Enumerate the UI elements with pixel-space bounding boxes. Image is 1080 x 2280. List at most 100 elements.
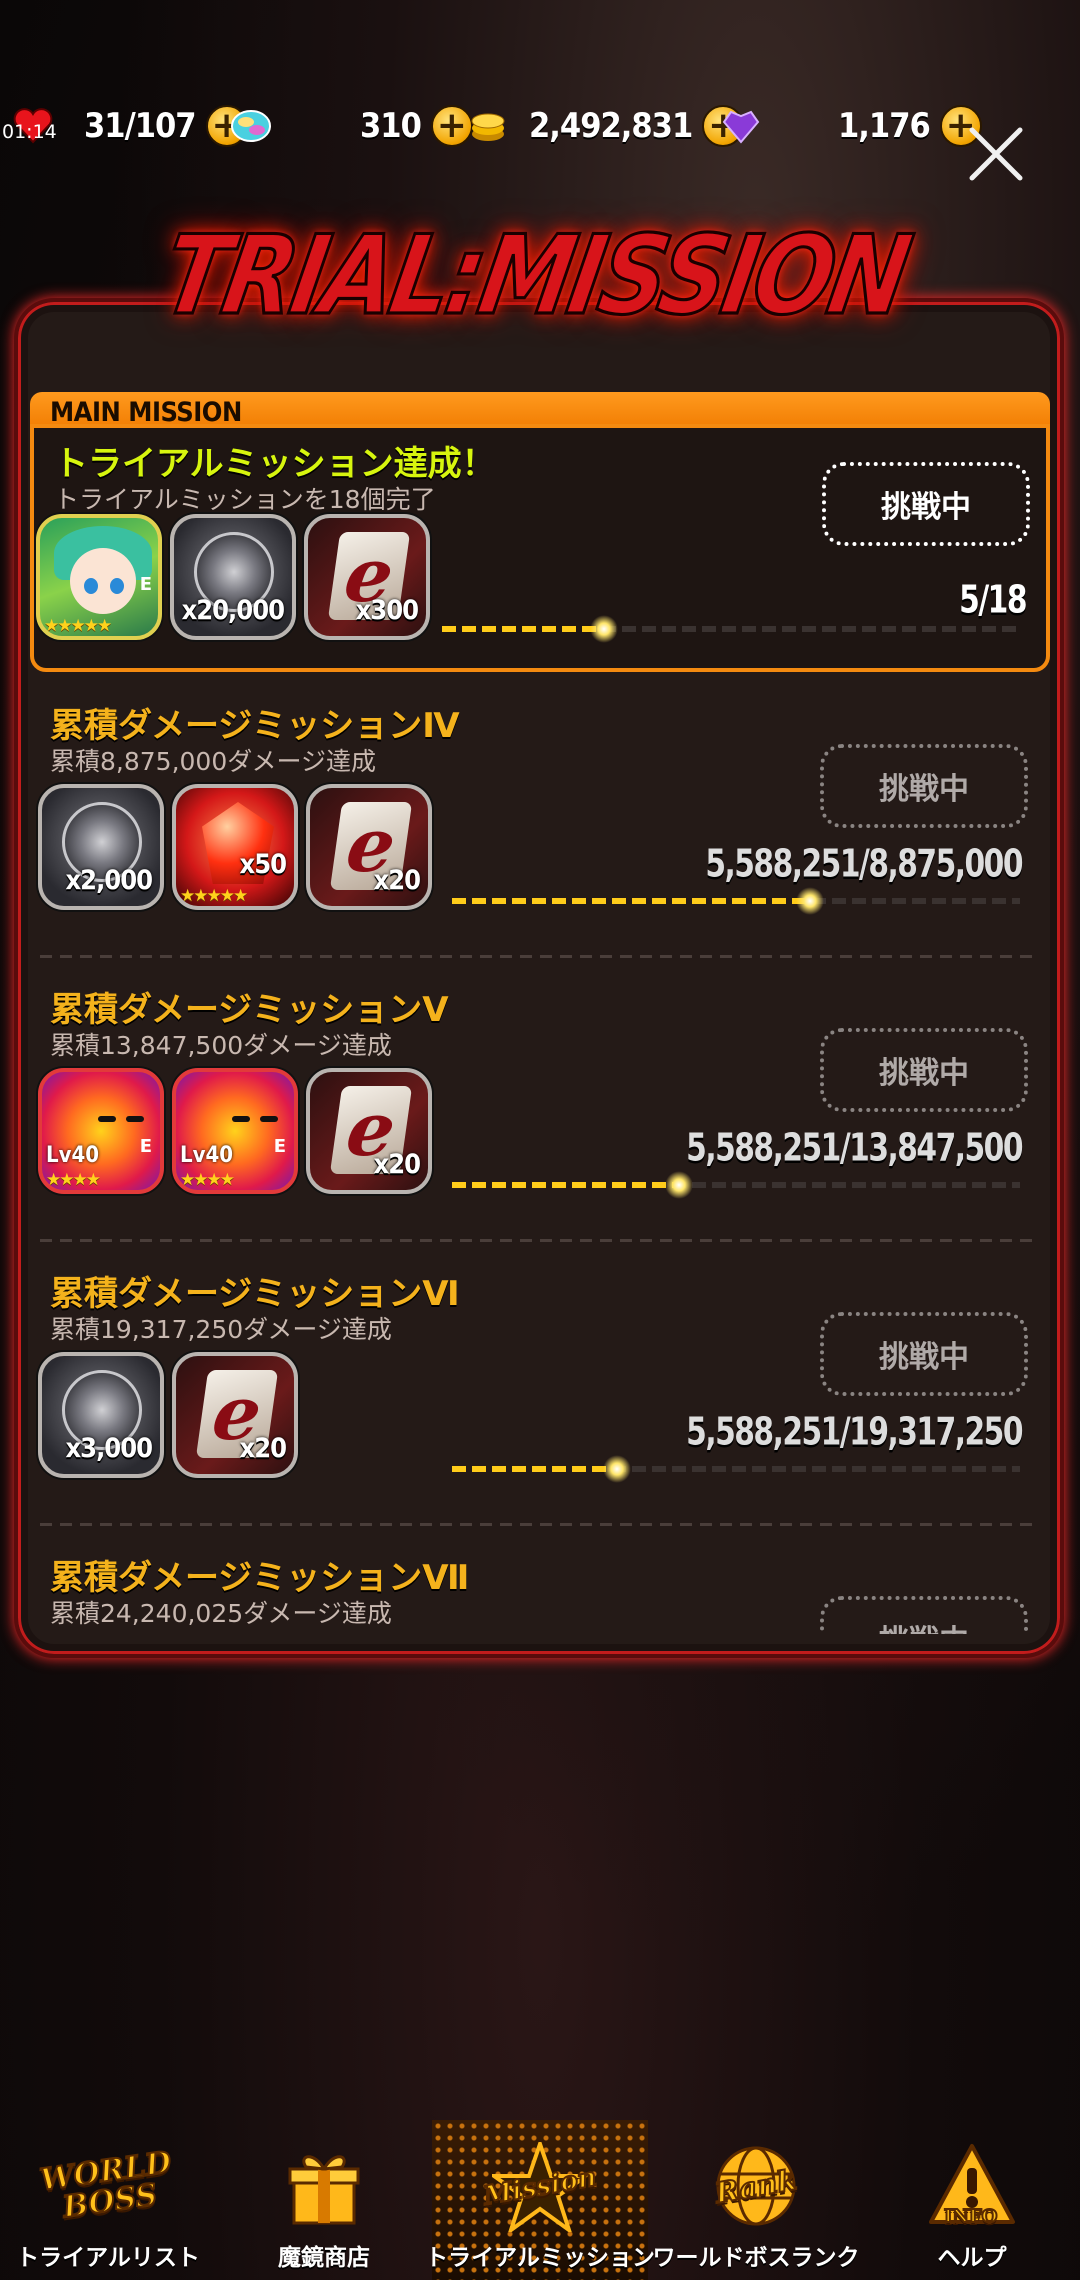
element-badge: E [139,574,152,595]
divider [40,955,1040,958]
progress-text: 5/18 [959,577,1027,622]
reward-ticket[interactable]: e x20 [172,1352,298,1478]
rarity-stars: ★★★★★ [180,886,248,906]
progress-fill [452,1182,680,1188]
gift-icon [274,2142,374,2232]
progress-fill [452,1466,617,1472]
progress-bar [442,615,1022,643]
main-mission-description: トライアルミッションを18個完了 [54,485,436,514]
world-boss-logo: WORLD BOSS [37,2144,174,2226]
challenge-status-button[interactable]: 挑戦中 [820,1312,1028,1396]
progress-bar [452,1455,1020,1483]
mission-rewards: x3,000 e x20 [38,1352,298,1478]
hearts-resource: 1,176 + [718,100,982,152]
progress-spark [795,887,824,915]
main-mission-rewards: E ★★★★★ x20,000 e x300 [36,514,430,640]
slime-eye [232,1116,250,1122]
slime-eye [126,1116,144,1122]
mission-description: 累積19,317,250ダメージ達成 [50,1315,392,1344]
progress-text: 5,588,251/19,317,250 [686,1409,1023,1454]
title-banner: TRIAL:MISSION [152,195,917,355]
challenge-status-button[interactable]: 挑戦中 [820,1596,1028,1634]
close-button[interactable] [966,124,1026,184]
status-clock: 01:14 [2,121,57,143]
progress-spark [665,1171,694,1199]
mission-description: 累積8,875,000ダメージ達成 [50,747,376,776]
character-face [70,548,136,614]
gold-coin-icon [465,103,511,149]
reward-character[interactable]: E ★★★★★ [36,514,162,640]
gems-value: 310 [360,106,422,146]
progress-bar [452,1171,1020,1199]
hearts-value: 1,176 [838,106,931,146]
nav-label: 魔鏡商店 [278,2245,370,2271]
trial-mission-screen: 31/107 + 310 + 2,492,831 + 1,176 + 01:14 [0,0,1080,2280]
rarity-stars: ★★★★ [180,1170,235,1190]
rarity-stars: ★★★★ [46,1170,101,1190]
progress-text: 5,588,251/13,847,500 [686,1125,1023,1170]
element-badge: E [139,1136,152,1157]
progress-fill [442,626,605,632]
reward-ticket[interactable]: e x300 [304,514,430,640]
mission-item: 累積ダメージミッションⅦ 累積24,240,025ダメージ達成 挑戦中 [30,1550,1050,1634]
slime-eye [98,1116,116,1122]
slime-eye [260,1116,278,1122]
main-mission-title: トライアルミッション達成！ [54,444,496,484]
stamina-value: 31/107 [84,106,197,146]
mission-rewards: x2,000 x50 ★★★★★ e x20 [38,784,432,910]
nav-shop[interactable]: 魔鏡商店 [216,2120,432,2280]
element-badge: E [273,1136,286,1157]
reward-red-gem[interactable]: x50 ★★★★★ [172,784,298,910]
mission-title: 累積ダメージミッションⅤ [50,990,449,1030]
reward-coin[interactable]: x3,000 [38,1352,164,1478]
reward-coin[interactable]: x20,000 [170,514,296,640]
progress-bar [452,887,1020,915]
gems-resource: 310 + [228,100,473,152]
monster-level: Lv40 [46,1143,100,1168]
reward-qty: x3,000 [65,1433,153,1464]
mission-list[interactable]: MAIN MISSION トライアルミッション達成！ トライアルミッションを18… [30,380,1050,1634]
reward-slime-monster[interactable]: E Lv40 ★★★★ [172,1068,298,1194]
progress-spark [602,1455,631,1483]
page-title: TRIAL:MISSION [152,209,917,340]
reward-slime-monster[interactable]: E Lv40 ★★★★ [38,1068,164,1194]
info-icon: INFO [922,2142,1022,2232]
challenge-status-button[interactable]: 挑戦中 [820,1028,1028,1112]
mission-item: 累積ダメージミッションⅣ 累積8,875,000ダメージ達成 x2,000 x5… [30,698,1050,948]
rainbow-gem-icon [228,103,274,149]
resource-bar: 31/107 + 310 + 2,492,831 + 1,176 + [0,100,1080,152]
nav-trial-list[interactable]: WORLD BOSS トライアルリスト [0,2120,216,2280]
gold-resource: 2,492,831 + [465,100,745,152]
mission-title: 累積ダメージミッションⅦ [50,1558,470,1598]
reward-ticket[interactable]: e x20 [306,1068,432,1194]
bottom-nav: WORLD BOSS トライアルリスト 魔鏡商店 Mission トライアルミッ… [0,2120,1080,2280]
mission-title: 累積ダメージミッションⅥ [50,1274,460,1314]
mission-description: 累積13,847,500ダメージ達成 [50,1031,392,1060]
character-eye [110,578,124,594]
mission-item: 累積ダメージミッションⅤ 累積13,847,500ダメージ達成 E Lv40 ★… [30,982,1050,1232]
reward-ticket[interactable]: e x20 [306,784,432,910]
progress-text: 5,588,251/8,875,000 [705,841,1023,886]
gold-value: 2,492,831 [529,106,693,146]
info-logo: INFO [943,2206,998,2227]
purple-heart-gem-icon [718,103,764,149]
nav-label: トライアルリスト [16,2245,200,2271]
reward-qty: x20 [239,1433,287,1464]
main-mission-card: トライアルミッション達成！ トライアルミッションを18個完了 E ★★★★★ x… [30,424,1050,672]
nav-trial-mission[interactable]: Mission トライアルミッション [425,2120,655,2280]
divider [40,1523,1040,1526]
nav-label: トライアルミッション [425,2245,655,2271]
reward-coin[interactable]: x2,000 [38,784,164,910]
reward-qty: x20,000 [181,595,285,626]
rank-globe-icon: Rank [706,2142,806,2232]
progress-fill [452,898,810,904]
reward-qty: x300 [355,595,419,626]
challenge-status-button[interactable]: 挑戦中 [822,462,1030,546]
divider [40,1239,1040,1242]
nav-help[interactable]: INFO ヘルプ [864,2120,1080,2280]
world-boss-icon: WORLD BOSS [37,2142,174,2232]
challenge-status-button[interactable]: 挑戦中 [820,744,1028,828]
nav-label: ワールドボスランク [652,2245,860,2271]
mission-item: 累積ダメージミッションⅥ 累積19,317,250ダメージ達成 x3,000 e… [30,1266,1050,1516]
nav-world-boss-rank[interactable]: Rank ワールドボスランク [648,2120,864,2280]
